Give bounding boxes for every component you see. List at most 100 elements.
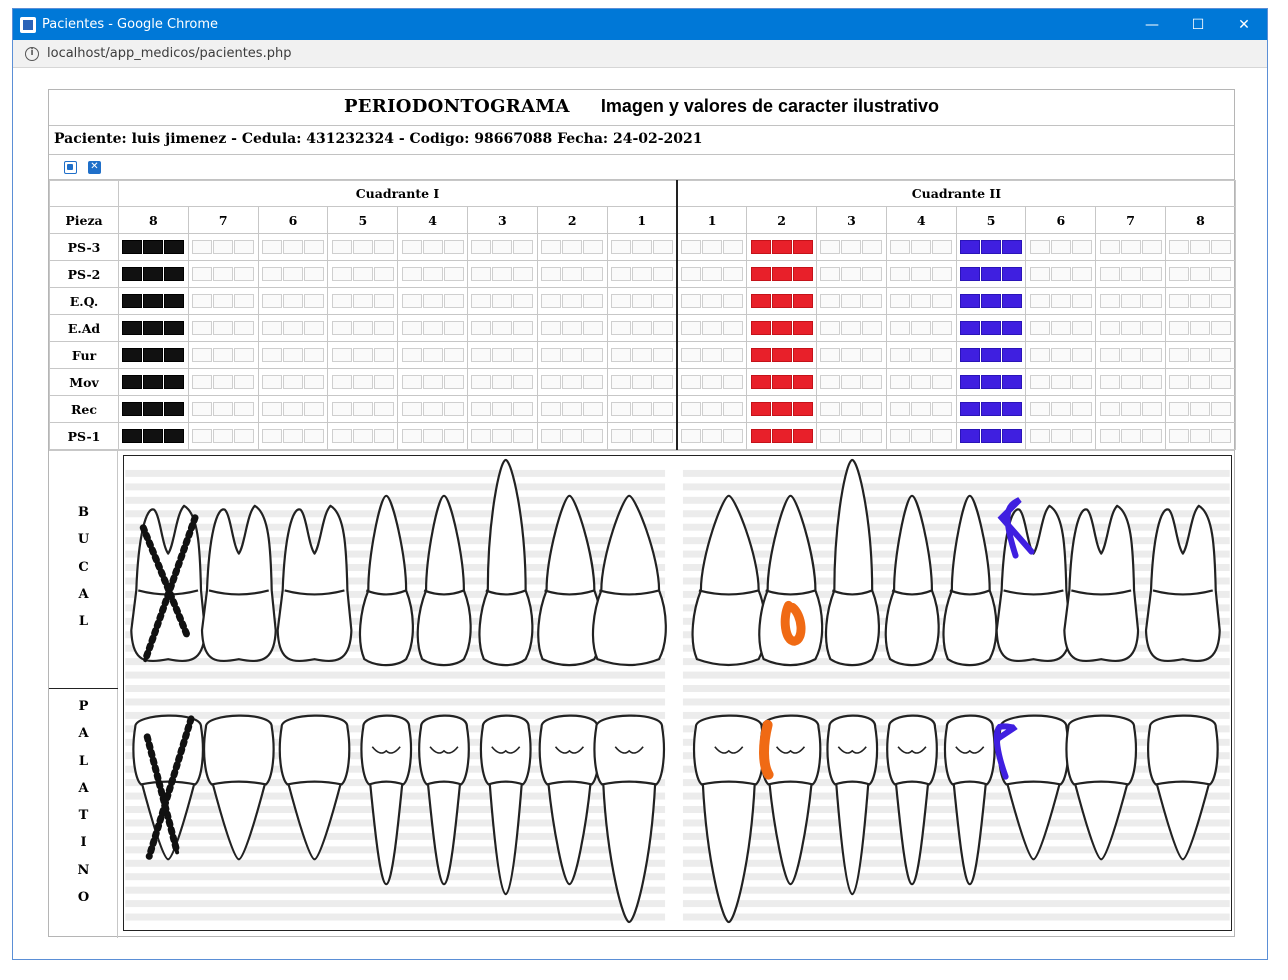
input-group[interactable] (1166, 267, 1235, 281)
input-group[interactable] (887, 240, 956, 254)
value-box[interactable] (771, 348, 792, 362)
value-box[interactable] (492, 348, 513, 362)
value-box[interactable] (1071, 240, 1092, 254)
value-box[interactable] (750, 375, 771, 389)
input-group[interactable] (957, 321, 1026, 335)
measure-cell[interactable] (257, 233, 329, 261)
value-box[interactable] (681, 402, 702, 416)
input-group[interactable] (1026, 375, 1095, 389)
value-box[interactable] (1029, 240, 1050, 254)
input-group[interactable] (468, 375, 537, 389)
measure-cell[interactable] (955, 287, 1027, 315)
value-box[interactable] (401, 402, 422, 416)
value-box[interactable] (164, 267, 185, 281)
value-box[interactable] (331, 375, 352, 389)
value-box[interactable] (631, 429, 652, 443)
measure-cell[interactable] (327, 287, 399, 315)
measure-cell[interactable] (1025, 287, 1097, 315)
measure-cell[interactable] (397, 395, 468, 423)
input-group[interactable] (1026, 240, 1095, 254)
value-box[interactable] (541, 375, 562, 389)
measure-cell[interactable] (327, 368, 399, 396)
value-box[interactable] (1211, 321, 1232, 335)
input-group[interactable] (398, 348, 467, 362)
value-box[interactable] (513, 429, 534, 443)
value-box[interactable] (820, 294, 841, 308)
close-button[interactable]: ✕ (1221, 9, 1267, 40)
measure-cell[interactable] (955, 341, 1027, 369)
measure-cell[interactable] (746, 395, 818, 423)
input-group[interactable] (468, 267, 537, 281)
value-box[interactable] (631, 348, 652, 362)
measure-cell[interactable] (1165, 260, 1236, 288)
input-group[interactable] (1026, 429, 1095, 443)
input-group[interactable] (608, 375, 676, 389)
measure-cell[interactable] (257, 422, 329, 450)
measure-cell[interactable] (606, 368, 678, 396)
value-box[interactable] (1190, 294, 1211, 308)
value-box[interactable] (792, 321, 813, 335)
value-box[interactable] (681, 321, 702, 335)
value-box[interactable] (771, 267, 792, 281)
value-box[interactable] (513, 348, 534, 362)
measure-cell[interactable] (466, 341, 538, 369)
input-group[interactable] (817, 240, 886, 254)
value-box[interactable] (303, 348, 324, 362)
value-box[interactable] (1190, 429, 1211, 443)
input-group[interactable] (328, 402, 397, 416)
value-box[interactable] (1120, 240, 1141, 254)
input-group[interactable] (538, 321, 607, 335)
input-group[interactable] (119, 429, 188, 443)
value-box[interactable] (1190, 375, 1211, 389)
value-box[interactable] (164, 321, 185, 335)
value-box[interactable] (1190, 240, 1211, 254)
input-group[interactable] (259, 429, 328, 443)
value-box[interactable] (192, 321, 213, 335)
value-box[interactable] (820, 240, 841, 254)
value-box[interactable] (792, 240, 813, 254)
value-box[interactable] (771, 294, 792, 308)
value-box[interactable] (1120, 375, 1141, 389)
measure-cell[interactable] (606, 314, 678, 342)
value-box[interactable] (911, 267, 932, 281)
measure-cell[interactable] (466, 260, 538, 288)
input-group[interactable] (538, 294, 607, 308)
value-box[interactable] (750, 294, 771, 308)
value-box[interactable] (261, 240, 282, 254)
value-box[interactable] (282, 402, 303, 416)
measure-cell[interactable] (397, 368, 468, 396)
value-box[interactable] (583, 240, 604, 254)
input-group[interactable] (398, 294, 467, 308)
value-box[interactable] (841, 375, 862, 389)
value-box[interactable] (1050, 348, 1071, 362)
input-group[interactable] (259, 321, 328, 335)
input-group[interactable] (259, 402, 328, 416)
value-box[interactable] (422, 294, 443, 308)
measure-cell[interactable] (816, 341, 887, 369)
measure-cell[interactable] (816, 368, 887, 396)
value-box[interactable] (1190, 321, 1211, 335)
value-box[interactable] (750, 240, 771, 254)
input-group[interactable] (189, 429, 258, 443)
value-box[interactable] (890, 429, 911, 443)
value-box[interactable] (750, 429, 771, 443)
value-box[interactable] (331, 240, 352, 254)
measure-cell[interactable] (1095, 368, 1167, 396)
input-group[interactable] (189, 348, 258, 362)
measure-cell[interactable] (118, 314, 189, 342)
value-box[interactable] (1190, 348, 1211, 362)
value-box[interactable] (723, 240, 744, 254)
value-box[interactable] (1169, 240, 1190, 254)
measure-cell[interactable] (675, 395, 748, 423)
value-box[interactable] (981, 294, 1002, 308)
value-box[interactable] (1099, 375, 1120, 389)
value-box[interactable] (1141, 375, 1162, 389)
measure-cell[interactable] (746, 341, 818, 369)
value-box[interactable] (282, 429, 303, 443)
value-box[interactable] (960, 240, 981, 254)
value-box[interactable] (282, 348, 303, 362)
value-box[interactable] (422, 348, 443, 362)
input-group[interactable] (119, 294, 188, 308)
value-box[interactable] (331, 294, 352, 308)
value-box[interactable] (401, 240, 422, 254)
